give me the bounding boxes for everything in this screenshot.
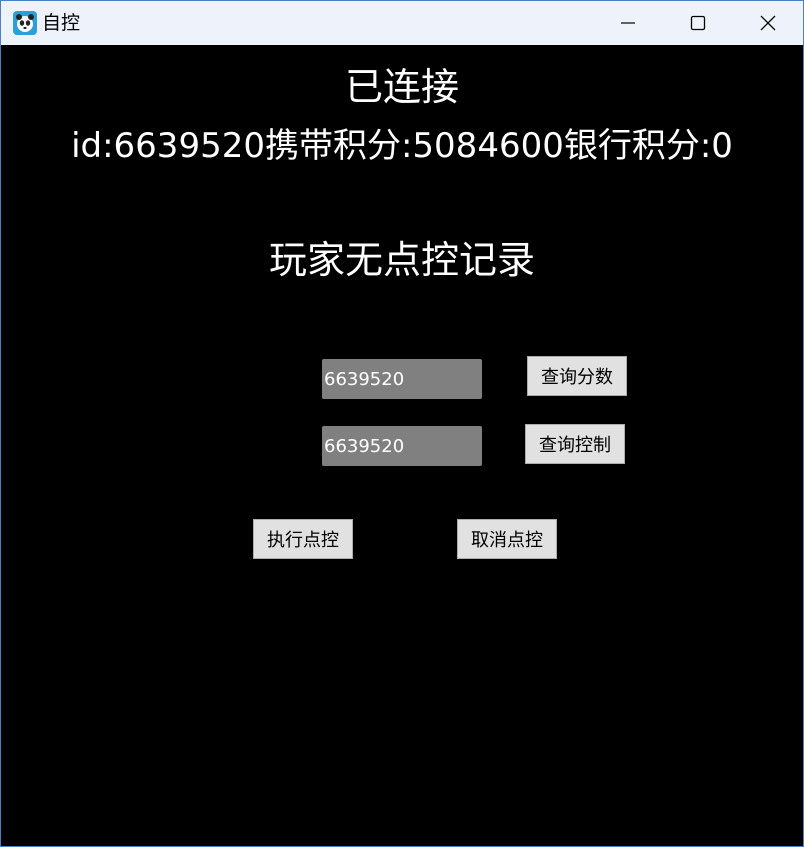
player-info: id:6639520携带积分:5084600银行积分:0: [71, 126, 733, 166]
window-title: 自控: [42, 12, 81, 34]
query-control-button[interactable]: 查询控制: [525, 424, 625, 464]
execute-control-button[interactable]: 执行点控: [253, 519, 353, 559]
minimize-icon: [620, 15, 636, 31]
panda-app-icon: [13, 11, 37, 35]
app-window: 自控 已连接 id:6639520携带积分:5084600银行积分:0 玩家无点…: [0, 0, 804, 847]
client-area: 已连接 id:6639520携带积分:5084600银行积分:0 玩家无点控记录…: [1, 45, 803, 846]
maximize-button[interactable]: [663, 1, 733, 45]
title-bar[interactable]: 自控: [1, 1, 803, 45]
cancel-control-button[interactable]: 取消点控: [457, 519, 557, 559]
maximize-icon: [690, 15, 706, 31]
close-icon: [760, 15, 776, 31]
control-record-status: 玩家无点控记录: [268, 238, 535, 282]
score-query-input[interactable]: [322, 359, 482, 399]
minimize-button[interactable]: [593, 1, 663, 45]
control-query-input[interactable]: [322, 426, 482, 466]
close-button[interactable]: [733, 1, 803, 45]
query-score-button[interactable]: 查询分数: [527, 356, 627, 396]
connection-status: 已连接: [344, 65, 459, 109]
